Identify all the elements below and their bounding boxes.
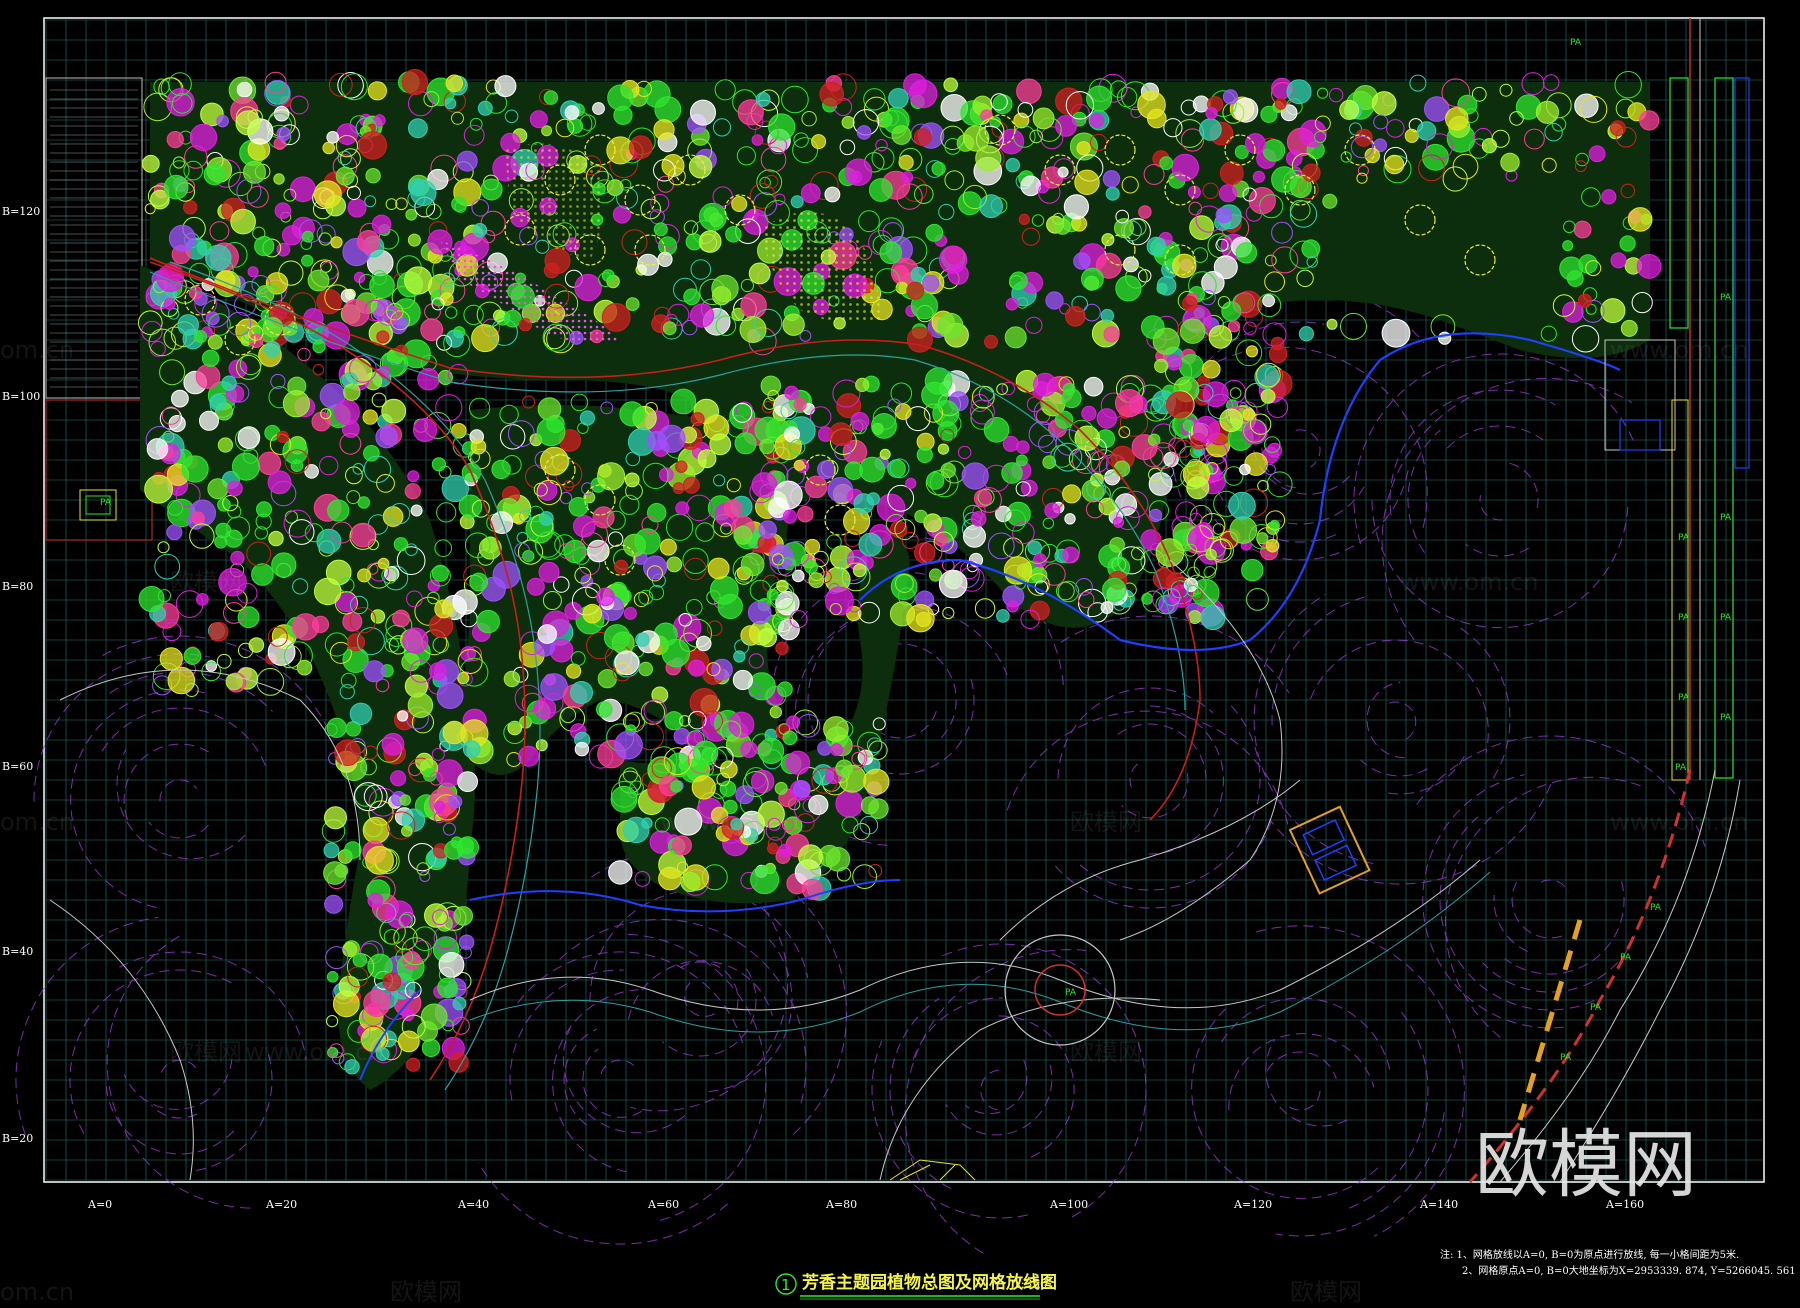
b-axis-tick-label: B=20 [2, 1132, 33, 1145]
pa-marker: PA [1620, 953, 1632, 963]
note-line-1: 注: 1、网格放线以A=0, B=0为原点进行放线, 每一小格间距为5米. [1440, 1248, 1739, 1261]
watermark-site: www.om.cn [245, 1038, 383, 1066]
pa-marker: PA [1675, 763, 1687, 773]
watermark-brand-large: 欧模网 [1475, 1122, 1697, 1208]
watermark-edge: om.cn [0, 336, 74, 364]
a-axis-tick-label: A=0 [87, 1198, 112, 1211]
watermark-brand: 欧模网 [170, 568, 242, 596]
pa-marker: PA [1678, 693, 1690, 703]
pa-marker: PA [1650, 903, 1662, 913]
drawing-scale: 1:350 [1013, 1277, 1048, 1291]
a-axis-tick-label: A=60 [647, 1198, 679, 1211]
pa-marker: PA [100, 498, 112, 508]
drawing-notes: 注: 1、网格放线以A=0, B=0为原点进行放线, 每一小格间距为5米. 2、… [1440, 1248, 1796, 1277]
pa-marker: PA [1720, 293, 1732, 303]
watermark-edge: om.cn [0, 808, 74, 836]
a-axis-tick-label: A=140 [1419, 1198, 1458, 1211]
watermark-site: www.om.cn [1610, 336, 1748, 364]
pa-marker: PA [1678, 533, 1690, 543]
watermark-site: www.om.cn [1610, 808, 1748, 836]
cad-drawing: PA PA PA PA PA PA PA PA PA PA PA PA PA PA PA A=0 A=20 A=… [0, 17, 1796, 1306]
b-axis-tick-label: B=60 [2, 760, 33, 773]
watermark-site: www.om.cn [660, 808, 798, 836]
pa-marker: PA [1065, 988, 1077, 998]
watermark-brand: 欧模网 [1070, 808, 1142, 836]
a-axis-labels: A=0 A=20 A=40 A=60 A=80 A=100 A=120 A=140 A=160 [87, 1198, 1644, 1211]
b-axis-tick-label: B=100 [2, 390, 40, 403]
note-line-2: 2、网格原点A=0, B=0大地坐标为X=2953339. 874, Y=526… [1462, 1264, 1796, 1277]
watermark-site: www.om.cn [1400, 568, 1538, 596]
watermark-brand: 欧模网 [1070, 1038, 1142, 1066]
b-axis-tick-label: B=120 [2, 205, 40, 218]
pa-marker: PA [1590, 1003, 1602, 1013]
watermark-brand: 欧模网 [1290, 1278, 1362, 1306]
watermark-edge: om.cn [0, 1278, 74, 1306]
drawing-number: 1 [781, 1276, 791, 1294]
a-axis-tick-label: A=80 [825, 1198, 857, 1211]
pa-marker: PA [1720, 513, 1732, 523]
pa-marker: PA [1678, 613, 1690, 623]
a-axis-tick-label: A=40 [457, 1198, 489, 1211]
watermark-brand: 欧模网 [170, 1038, 242, 1066]
b-axis-tick-label: B=80 [2, 580, 33, 593]
pa-marker: PA [1720, 713, 1732, 723]
a-axis-tick-label: A=120 [1233, 1198, 1272, 1211]
pa-marker: PA [1570, 38, 1582, 48]
pa-marker: PA [1560, 1053, 1572, 1063]
pa-marker: PA [1720, 613, 1732, 623]
a-axis-tick-label: A=100 [1049, 1198, 1088, 1211]
watermark-brand: 欧模网 [390, 1278, 462, 1306]
drawing-title-block: 1 芳香主题园植物总图及网格放线图 1:350 [775, 1272, 1057, 1300]
a-axis-tick-label: A=20 [265, 1198, 297, 1211]
entrance-building [45, 77, 153, 541]
b-axis-tick-label: B=40 [2, 945, 33, 958]
